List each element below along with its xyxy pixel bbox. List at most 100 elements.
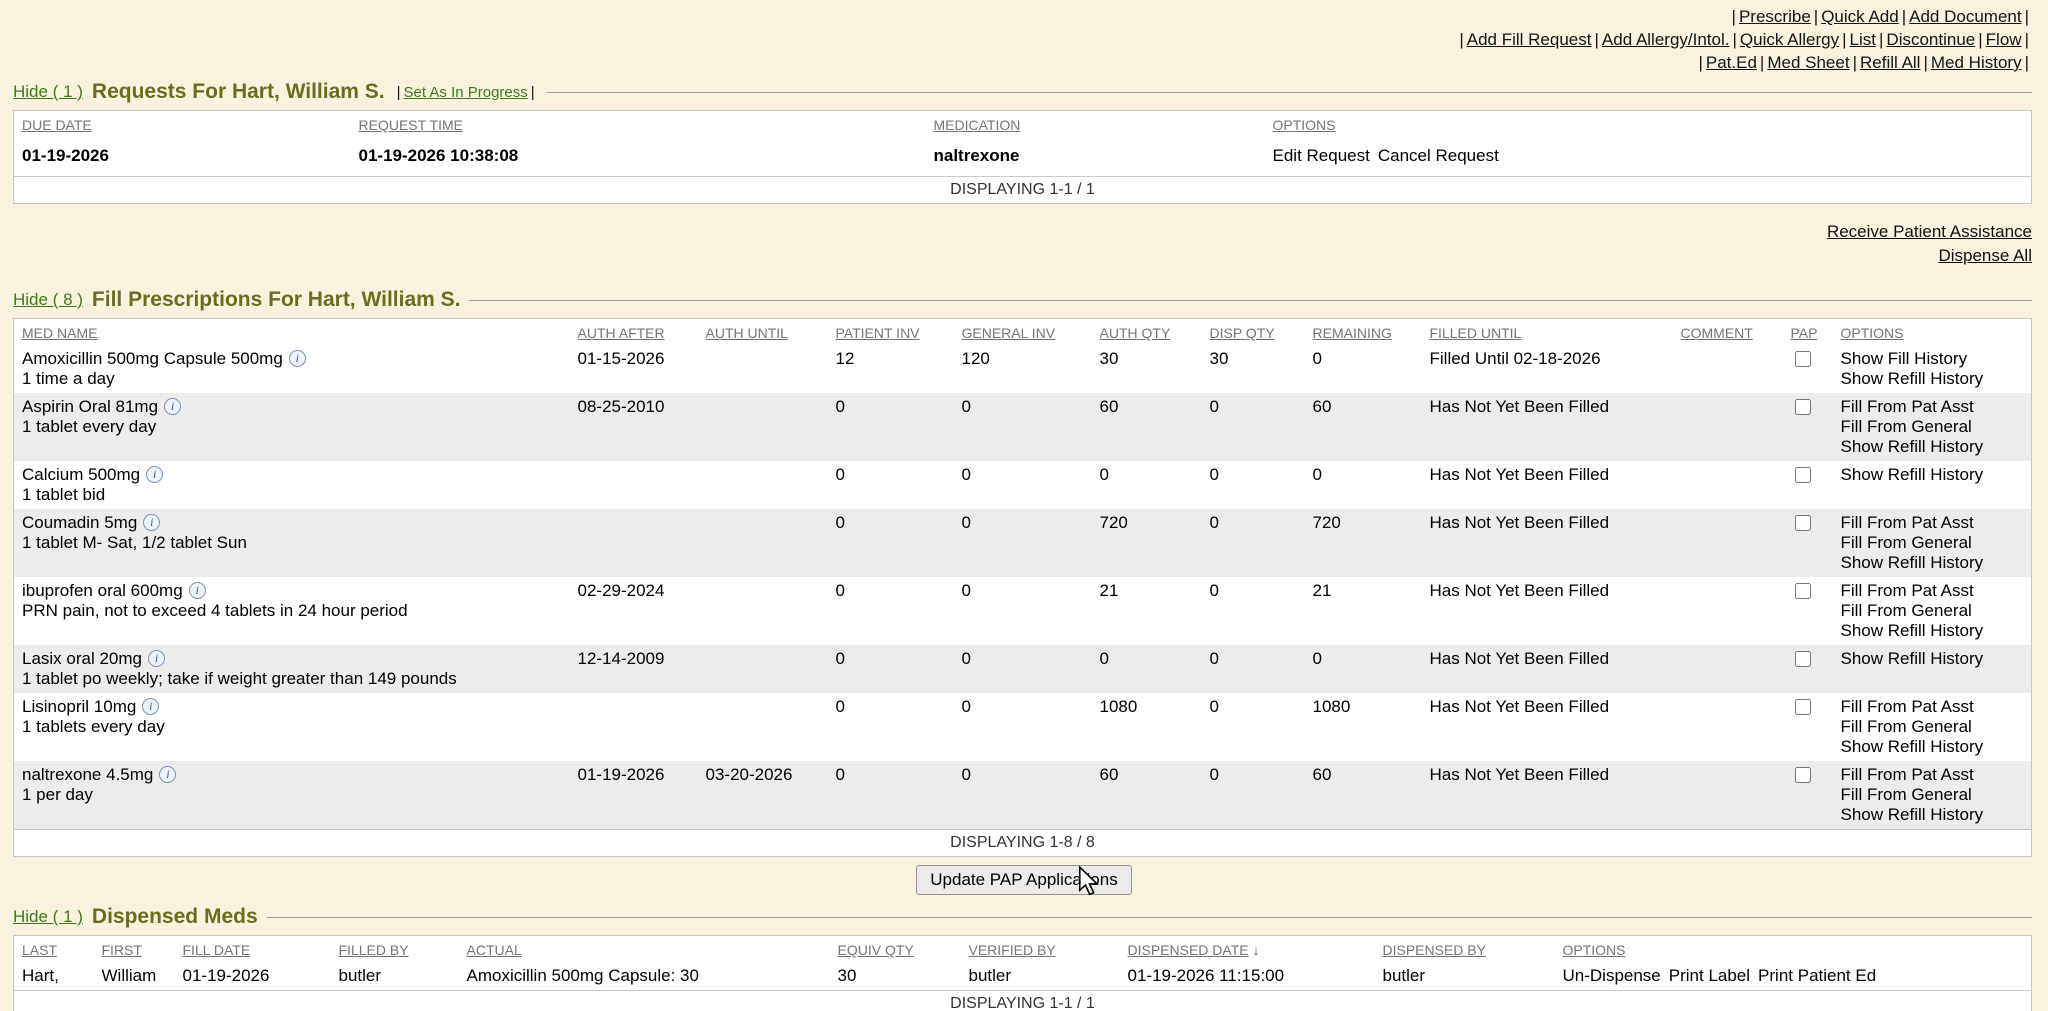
dispensed-date-cell: 01-19-2026 11:15:00 (1120, 962, 1375, 991)
show-refill-history-link[interactable]: Show Refill History (1841, 737, 2024, 757)
info-icon[interactable]: i (289, 350, 306, 367)
fill-from-pat-asst-link[interactable]: Fill From Pat Asst (1841, 581, 2024, 601)
info-icon[interactable]: i (164, 398, 181, 415)
show-refill-history-link[interactable]: Show Refill History (1841, 621, 2024, 641)
print-label-link[interactable]: Print Label (1669, 966, 1750, 985)
med-name-cell: Lasix oral 20mgi 1 tablet po weekly; tak… (14, 645, 570, 693)
auth-after-cell: 02-29-2024 (570, 577, 698, 645)
med-name-cell: naltrexone 4.5mgi 1 per day (14, 761, 570, 830)
col-header-options: OPTIONS (1833, 319, 2032, 346)
info-icon[interactable]: i (146, 466, 163, 483)
dispensed-meds-section: Hide ( 1 ) Dispensed Meds LAST FIRST FIL… (13, 905, 2032, 1011)
filled-until-cell: Has Not Yet Been Filled (1422, 693, 1673, 761)
pap-checkbox[interactable] (1795, 515, 1811, 531)
hide-requests-link[interactable]: Hide ( 1 ) (13, 82, 83, 102)
col-header-filled-until: FILLED UNTIL (1422, 319, 1673, 346)
show-fill-history-link[interactable]: Show Fill History (1841, 349, 2024, 369)
general-inv-cell: 120 (954, 345, 1092, 393)
col-header-dispensed-date[interactable]: DISPENSED DATE↓ (1120, 936, 1375, 963)
nav-link-prescribe[interactable]: Prescribe (1739, 7, 1811, 26)
fill-from-general-link[interactable]: Fill From General (1841, 533, 2024, 553)
pap-cell (1783, 393, 1833, 461)
fill-from-pat-asst-link[interactable]: Fill From Pat Asst (1841, 513, 2024, 533)
pap-checkbox[interactable] (1795, 467, 1811, 483)
un-dispense-link[interactable]: Un-Dispense (1563, 966, 1661, 985)
pap-checkbox[interactable] (1795, 351, 1811, 367)
nav-link-med-history[interactable]: Med History (1931, 53, 2022, 72)
receive-patient-assistance-link[interactable]: Receive Patient Assistance (0, 220, 2032, 244)
med-sig: 1 tablet bid (22, 485, 562, 505)
nav-link-add-allergy-intol[interactable]: Add Allergy/Intol. (1602, 30, 1730, 49)
med-name: Lasix oral 20mg (22, 649, 142, 668)
fill-from-general-link[interactable]: Fill From General (1841, 785, 2024, 805)
general-inv-cell: 0 (954, 509, 1092, 577)
med-name: Lisinopril 10mg (22, 697, 136, 716)
nav-link-quick-add[interactable]: Quick Add (1821, 7, 1899, 26)
show-refill-history-link[interactable]: Show Refill History (1841, 437, 2024, 457)
update-pap-applications-button[interactable]: Update PAP Applications (916, 865, 1131, 895)
nav-link-discontinue[interactable]: Discontinue (1886, 30, 1975, 49)
pap-checkbox[interactable] (1795, 583, 1811, 599)
fill-from-general-link[interactable]: Fill From General (1841, 601, 2024, 621)
nav-link-add-fill-request[interactable]: Add Fill Request (1467, 30, 1592, 49)
show-refill-history-link[interactable]: Show Refill History (1841, 649, 2024, 669)
pap-checkbox[interactable] (1795, 399, 1811, 415)
auth-qty-cell: 720 (1092, 509, 1202, 577)
show-refill-history-link[interactable]: Show Refill History (1841, 465, 2024, 485)
fill-from-general-link[interactable]: Fill From General (1841, 417, 2024, 437)
patient-inv-cell: 0 (828, 509, 954, 577)
nav-link-add-document[interactable]: Add Document (1909, 7, 2021, 26)
options-cell: Show Refill History (1833, 461, 2032, 509)
med-sig: 1 per day (22, 785, 562, 805)
col-header-med-name: MED NAME (14, 319, 570, 346)
top-nav-line-3: |Pat.Ed|Med Sheet|Refill All|Med History… (0, 51, 2032, 74)
options-cell: Fill From Pat Asst Fill From General Sho… (1833, 761, 2032, 830)
fill-section-title: Fill Prescriptions For Hart, William S. (92, 288, 461, 312)
cancel-request-link[interactable]: Cancel Request (1378, 146, 1499, 165)
auth-until-cell (698, 577, 828, 645)
set-as-in-progress-link[interactable]: Set As In Progress (404, 84, 528, 101)
hide-fill-link[interactable]: Hide ( 8 ) (13, 290, 83, 310)
nav-link-med-sheet[interactable]: Med Sheet (1767, 53, 1849, 72)
fill-from-pat-asst-link[interactable]: Fill From Pat Asst (1841, 397, 2024, 417)
nav-link-flow[interactable]: Flow (1986, 30, 2022, 49)
auth-qty-cell: 0 (1092, 461, 1202, 509)
col-header-auth-until: AUTH UNTIL (698, 319, 828, 346)
pap-checkbox[interactable] (1795, 651, 1811, 667)
nav-link-refill-all[interactable]: Refill All (1860, 53, 1920, 72)
info-icon[interactable]: i (142, 698, 159, 715)
nav-link-pat-ed[interactable]: Pat.Ed (1706, 53, 1757, 72)
dispensed-row: Hart, William 01-19-2026 butler Amoxicil… (14, 962, 2032, 991)
info-icon[interactable]: i (148, 650, 165, 667)
fill-from-pat-asst-link[interactable]: Fill From Pat Asst (1841, 765, 2024, 785)
top-nav-line-2: |Add Fill Request|Add Allergy/Intol.|Qui… (0, 28, 2032, 51)
show-refill-history-link[interactable]: Show Refill History (1841, 553, 2024, 573)
filled-until-cell: Filled Until 02-18-2026 (1422, 345, 1673, 393)
info-icon[interactable]: i (159, 766, 176, 783)
show-refill-history-link[interactable]: Show Refill History (1841, 369, 2024, 389)
separator: | (1459, 30, 1463, 49)
requests-displaying: DISPLAYING 1-1 / 1 (14, 177, 2032, 204)
edit-request-link[interactable]: Edit Request (1273, 146, 1370, 165)
fill-from-pat-asst-link[interactable]: Fill From Pat Asst (1841, 697, 2024, 717)
comment-cell (1673, 761, 1783, 830)
fill-header-row: MED NAME AUTH AFTER AUTH UNTIL PATIENT I… (14, 319, 2032, 346)
info-icon[interactable]: i (143, 514, 160, 531)
col-header-filled-by: FILLED BY (331, 936, 459, 963)
pap-checkbox[interactable] (1795, 767, 1811, 783)
pap-checkbox[interactable] (1795, 699, 1811, 715)
fill-row-aspirin: Aspirin Oral 81mgi 1 tablet every day 08… (14, 393, 2032, 461)
separator: | (1732, 30, 1736, 49)
auth-until-cell (698, 345, 828, 393)
show-refill-history-link[interactable]: Show Refill History (1841, 805, 2024, 825)
fill-date-cell: 01-19-2026 (175, 962, 331, 991)
hide-dispensed-link[interactable]: Hide ( 1 ) (13, 907, 83, 927)
dispense-all-link[interactable]: Dispense All (0, 244, 2032, 268)
nav-link-quick-allergy[interactable]: Quick Allergy (1740, 30, 1839, 49)
general-inv-cell: 0 (954, 393, 1092, 461)
fill-from-general-link[interactable]: Fill From General (1841, 717, 2024, 737)
general-inv-cell: 0 (954, 693, 1092, 761)
print-patient-ed-link[interactable]: Print Patient Ed (1758, 966, 1876, 985)
nav-link-list[interactable]: List (1850, 30, 1876, 49)
info-icon[interactable]: i (189, 582, 206, 599)
